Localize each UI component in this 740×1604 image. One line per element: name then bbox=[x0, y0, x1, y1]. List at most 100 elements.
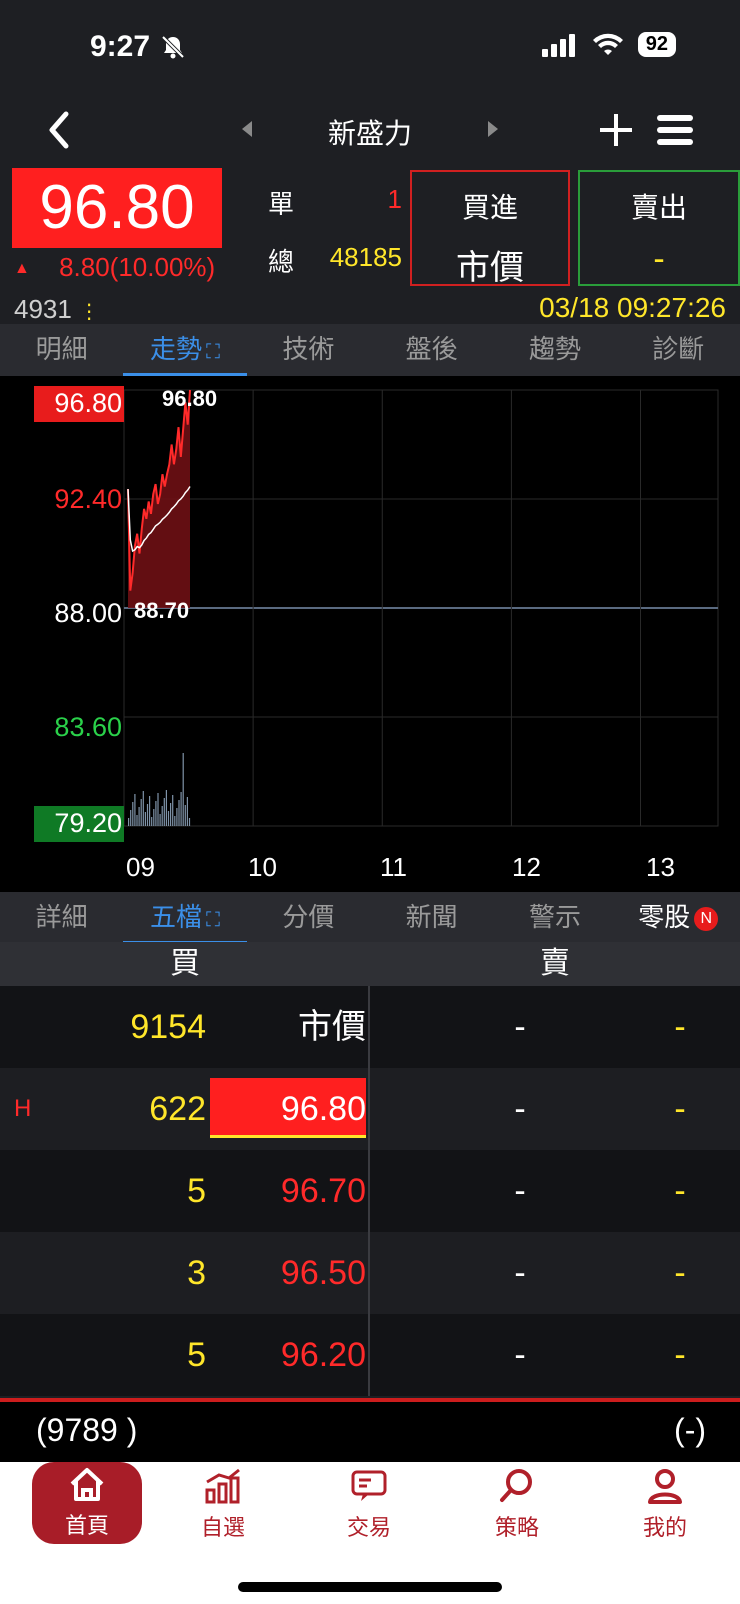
volume-bar bbox=[140, 799, 142, 826]
nav-profile[interactable]: 我的 bbox=[610, 1468, 720, 1542]
volume-bar bbox=[170, 803, 172, 826]
bid-price: 96.70 bbox=[280, 1172, 366, 1210]
ask-qty: - bbox=[674, 1090, 686, 1128]
volume-bar bbox=[149, 796, 151, 826]
menu-icon[interactable] bbox=[656, 112, 694, 153]
bid-price: 96.80 bbox=[280, 1090, 366, 1128]
volume-bar bbox=[144, 812, 146, 826]
tab-trend-label: 走勢 bbox=[149, 334, 202, 364]
volume-bar bbox=[188, 818, 191, 826]
signal-icon bbox=[541, 33, 575, 57]
ask-qty: - bbox=[674, 1336, 686, 1374]
tab-detail[interactable]: 明細 bbox=[0, 324, 123, 376]
expand-icon[interactable]: ⛶ bbox=[206, 341, 220, 363]
ask-qty: - bbox=[674, 1254, 686, 1292]
volume-bar bbox=[178, 800, 180, 826]
y-label-79-20: 79.20 bbox=[54, 808, 122, 838]
quote-datetime: 03/18 09:27:26 bbox=[539, 292, 726, 323]
up-arrow-icon: ▲ bbox=[14, 260, 30, 278]
home-icon bbox=[70, 1468, 104, 1501]
order-row[interactable]: 5 96.20 - - bbox=[0, 1314, 740, 1396]
volume-bar bbox=[146, 804, 149, 826]
volume-bar bbox=[186, 797, 188, 826]
x-label-13: 13 bbox=[646, 852, 675, 882]
expand-icon[interactable]: ⛶ bbox=[206, 909, 220, 931]
order-book-header: 買 賣 bbox=[0, 942, 740, 986]
order-row[interactable]: H 622 96.80 - - bbox=[0, 1068, 740, 1150]
bid-qty: 3 bbox=[187, 1254, 206, 1292]
nav-watchlist[interactable]: 自選 bbox=[168, 1468, 278, 1542]
order-row[interactable]: 9154 市價 - - bbox=[0, 986, 740, 1068]
add-icon[interactable] bbox=[598, 112, 634, 153]
tab-trend[interactable]: 走勢 ⛶ bbox=[123, 324, 247, 376]
y-label-92-40: 92.40 bbox=[54, 484, 122, 514]
x-label-09: 09 bbox=[126, 852, 155, 882]
book-divider bbox=[368, 986, 370, 1396]
sell-button[interactable]: 賣出 - bbox=[578, 170, 740, 286]
tab-trends[interactable]: 趨勢 bbox=[493, 324, 616, 376]
tab-news[interactable]: 新聞 bbox=[370, 892, 493, 944]
x-label-11: 11 bbox=[380, 852, 407, 882]
last-price: 96.80 bbox=[12, 168, 222, 248]
tab-five-levels[interactable]: 五檔 ⛶ bbox=[123, 892, 247, 944]
stock-code[interactable]: 4931 ⋮ bbox=[14, 294, 99, 325]
nav-watchlist-label: 自選 bbox=[200, 1515, 245, 1540]
ask-price: - bbox=[514, 1172, 526, 1210]
chart-low-label: 88.70 bbox=[134, 598, 190, 623]
volume-bar bbox=[132, 802, 134, 826]
tab-details[interactable]: 詳細 bbox=[0, 892, 123, 944]
new-badge: N bbox=[694, 907, 719, 932]
buy-column-header: 買 bbox=[170, 947, 200, 980]
tab-diagnosis[interactable]: 診斷 bbox=[617, 324, 740, 376]
wifi-icon bbox=[592, 33, 623, 55]
bid-total: (9789 ) bbox=[36, 1412, 138, 1448]
tab-price-volume[interactable]: 分價 bbox=[247, 892, 370, 944]
ask-qty: - bbox=[674, 1172, 686, 1210]
nav-strategy-label: 策略 bbox=[494, 1515, 539, 1540]
bid-price: 市價 bbox=[298, 1008, 366, 1046]
order-book-footer: (9789 ) (-) bbox=[0, 1398, 740, 1462]
nav-trade[interactable]: 交易 bbox=[314, 1468, 424, 1542]
volume-bar bbox=[157, 793, 159, 826]
volume-bar bbox=[136, 815, 138, 826]
order-row[interactable]: 5 96.70 - - bbox=[0, 1150, 740, 1232]
nav-trade-label: 交易 bbox=[346, 1515, 391, 1540]
volume-bar bbox=[163, 798, 165, 826]
search-icon bbox=[500, 1469, 532, 1502]
x-label-12: 12 bbox=[512, 852, 541, 882]
volume-bar bbox=[180, 792, 182, 826]
volume-bar bbox=[128, 818, 130, 826]
tab-after-hours[interactable]: 盤後 bbox=[370, 324, 493, 376]
more-dots-icon: ⋮ bbox=[79, 301, 100, 323]
volume-bar bbox=[142, 791, 144, 826]
nav-home[interactable]: 首頁 bbox=[32, 1462, 142, 1544]
y-label-96-80: 96.80 bbox=[54, 388, 122, 418]
chart-high-label: 96.80 bbox=[162, 386, 218, 411]
sell-column-header: 賣 bbox=[540, 947, 570, 980]
volume-bar bbox=[174, 816, 176, 826]
tab-technical[interactable]: 技術 bbox=[247, 324, 370, 376]
tab-odd-lot[interactable]: 零股 N bbox=[617, 892, 740, 944]
order-flag: H bbox=[14, 1095, 32, 1122]
ask-price: - bbox=[514, 1008, 526, 1046]
trade-icon bbox=[351, 1470, 387, 1501]
x-label-10: 10 bbox=[248, 852, 277, 882]
bid-price: 96.50 bbox=[280, 1254, 366, 1292]
top-tabs: 明細 走勢 ⛶ 技術 盤後 趨勢 診斷 bbox=[0, 324, 740, 376]
ask-price: - bbox=[514, 1336, 526, 1374]
stock-code-text: 4931 bbox=[14, 294, 72, 324]
nav-strategy[interactable]: 策略 bbox=[462, 1468, 572, 1542]
ask-total: (-) bbox=[674, 1412, 706, 1448]
bid-qty: 5 bbox=[187, 1336, 206, 1374]
buy-button[interactable]: 買進 市價 bbox=[410, 170, 570, 287]
volume-bar bbox=[153, 809, 155, 826]
next-stock-icon[interactable] bbox=[486, 120, 500, 143]
sell-price-type: - bbox=[653, 240, 665, 278]
bell-muted-icon bbox=[160, 34, 186, 65]
order-row[interactable]: 3 96.50 - - bbox=[0, 1232, 740, 1314]
nav-home-label: 首頁 bbox=[64, 1513, 109, 1538]
status-time: 9:27 bbox=[90, 30, 151, 63]
volume-bar bbox=[138, 807, 140, 826]
tab-alerts[interactable]: 警示 bbox=[493, 892, 616, 944]
total-volume: 48185 bbox=[329, 242, 402, 272]
